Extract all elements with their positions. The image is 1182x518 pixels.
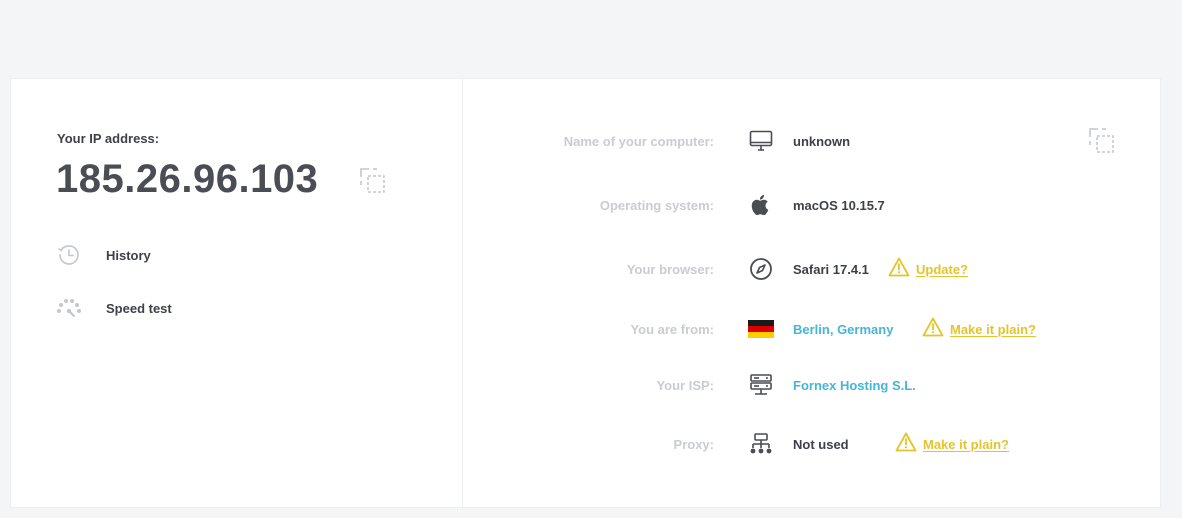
nav-history-label: History [106,247,151,263]
ip-label: Your IP address: [57,131,160,146]
row-browser: Your browser: Safari 17.4.1 Update? [463,254,1160,284]
location-value[interactable]: Berlin, Germany [793,322,893,337]
os-label: Operating system: [599,197,714,213]
proxy-label: Proxy: [673,436,714,452]
ip-address[interactable]: 185.26.96.103 [56,157,318,202]
germany-flag-icon [747,315,775,343]
computer-name-label: Name of your computer: [563,133,714,149]
location-label: You are from: [630,321,714,337]
computer-name-value: unknown [793,133,851,149]
browser-update-label: Update? [916,261,968,277]
history-icon [55,243,83,267]
browser-value: Safari 17.4.1 [793,261,869,277]
apple-icon [747,191,775,219]
location-make-plain-label: Make it plain? [950,321,1036,337]
proxy-make-plain-label: Make it plain? [923,436,1009,452]
nav-history[interactable]: History [55,243,151,267]
proxy-make-plain-link[interactable]: Make it plain? [895,432,1009,457]
nav-speed-test-label: Speed test [106,300,172,316]
location-make-plain-link[interactable]: Make it plain? [922,317,1036,342]
network-icon [747,430,775,458]
compass-icon [747,255,775,283]
ip-info-card: Your IP address: 185.26.96.103 History S… [10,78,1161,508]
details-panel: Name of your computer: unknown Operating… [463,79,1160,507]
ip-panel: Your IP address: 185.26.96.103 History S… [11,79,463,507]
server-icon [747,371,775,399]
row-isp: Your ISP: Fornex Hosting S.L. [463,370,1160,400]
monitor-icon [747,127,775,155]
browser-update-link[interactable]: Update? [888,257,968,282]
row-operating-system: Operating system: macOS 10.15.7 [463,190,1160,220]
isp-label: Your ISP: [656,377,714,393]
row-location: You are from: Berlin, Germany Make it pl… [463,314,1160,344]
browser-label: Your browser: [626,261,714,277]
warning-icon [888,257,910,282]
warning-icon [895,432,917,457]
row-computer-name: Name of your computer: unknown [463,126,1160,156]
os-value: macOS 10.15.7 [793,197,885,213]
warning-icon [922,317,944,342]
proxy-value: Not used [793,436,849,452]
speedometer-icon [55,296,83,320]
copy-icon[interactable] [359,167,387,200]
copy-details-icon[interactable] [1088,127,1116,160]
isp-value[interactable]: Fornex Hosting S.L. [793,378,916,393]
row-proxy: Proxy: Not used Make it plain? [463,429,1160,459]
nav-speed-test[interactable]: Speed test [55,296,172,320]
